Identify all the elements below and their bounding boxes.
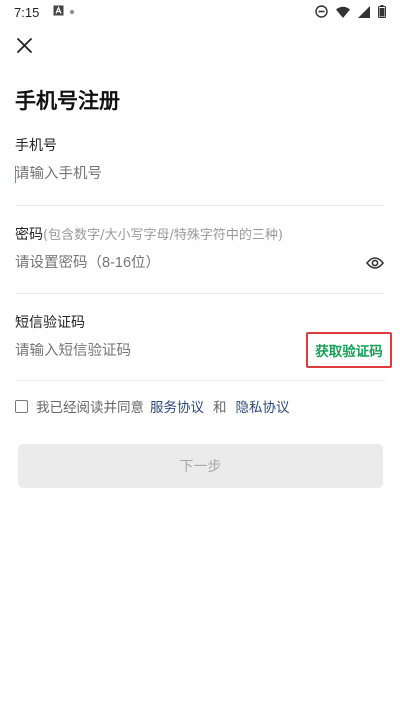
phone-label: 手机号 bbox=[15, 138, 57, 154]
sms-code-field: 短信验证码 获取验证码 bbox=[15, 312, 392, 384]
agreement-checkbox[interactable] bbox=[15, 399, 28, 413]
close-button[interactable] bbox=[12, 35, 36, 59]
sms-code-label: 短信验证码 bbox=[15, 315, 85, 331]
password-divider bbox=[15, 293, 385, 294]
battery-icon bbox=[378, 5, 386, 22]
wifi-icon bbox=[336, 6, 350, 22]
signal-icon bbox=[358, 5, 370, 22]
status-bar: 7:15 bbox=[0, 0, 400, 24]
dot-icon bbox=[70, 10, 75, 14]
agreement-row: 我已经阅读并同意 服务协议 和 隐私协议 bbox=[15, 396, 290, 416]
notification-a-icon bbox=[53, 5, 64, 20]
do-not-disturb-icon bbox=[315, 5, 328, 22]
status-time: 7:15 bbox=[14, 4, 40, 20]
password-input[interactable] bbox=[15, 255, 345, 271]
password-field: 密码(包含数字/大小写字母/特殊字符中的三种) bbox=[15, 224, 385, 296]
password-label-text: 密码 bbox=[15, 227, 43, 243]
agreement-conjunction: 和 bbox=[213, 400, 227, 416]
privacy-agreement-link[interactable]: 隐私协议 bbox=[236, 396, 290, 416]
sms-code-divider bbox=[15, 380, 385, 381]
phone-field: 手机号 bbox=[15, 135, 385, 207]
service-agreement-link[interactable]: 服务协议 bbox=[150, 396, 204, 416]
close-icon bbox=[16, 37, 32, 57]
password-label: 密码(包含数字/大小写字母/特殊字符中的三种) bbox=[15, 224, 385, 244]
phone-input[interactable] bbox=[15, 166, 345, 182]
eye-icon[interactable] bbox=[365, 255, 385, 269]
get-code-button[interactable]: 获取验证码 bbox=[306, 332, 392, 368]
page-title: 手机号注册 bbox=[15, 89, 120, 113]
agreement-prefix: 我已经阅读并同意 bbox=[36, 400, 144, 416]
password-hint: (包含数字/大小写字母/特殊字符中的三种) bbox=[43, 228, 283, 243]
sms-code-input[interactable] bbox=[15, 343, 285, 359]
next-button[interactable]: 下一步 bbox=[18, 444, 383, 488]
phone-divider bbox=[15, 205, 385, 206]
